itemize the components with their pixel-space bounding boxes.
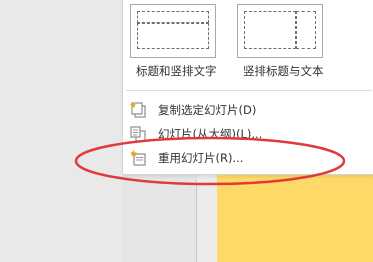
pane-divider	[196, 180, 197, 262]
slide-thumbnail-pane	[0, 0, 122, 262]
slides-from-outline-icon	[130, 126, 146, 142]
vertical-title-placeholder	[296, 11, 316, 49]
current-slide[interactable]	[217, 172, 373, 262]
slides-from-outline-label: 幻灯片(从大纲)(L)...	[158, 127, 263, 141]
slides-from-outline-item[interactable]: 幻灯片(从大纲)(L)...	[123, 122, 373, 146]
text-placeholder	[244, 11, 296, 49]
layout-label-vertical-title-text[interactable]: 竖排标题与文本	[243, 63, 324, 79]
new-slide-dropdown-menu: 标题和竖排文字 竖排标题与文本 复制选定幻灯片(D) 幻灯片(从大纲)(L)..…	[122, 0, 373, 175]
menu-separator	[126, 90, 372, 91]
duplicate-selected-slides-item[interactable]: 复制选定幻灯片(D)	[123, 98, 373, 122]
duplicate-selected-slides-label: 复制选定幻灯片(D)	[158, 103, 257, 117]
layout-thumb-vertical-title-text[interactable]	[237, 4, 323, 58]
reuse-slides-icon	[130, 150, 146, 166]
reuse-slides-label: 重用幻灯片(R)...	[158, 151, 244, 165]
title-placeholder	[137, 11, 209, 23]
vertical-text-placeholder	[137, 23, 209, 49]
reuse-slides-item[interactable]: 重用幻灯片(R)...	[123, 146, 373, 170]
duplicate-slides-icon	[129, 102, 146, 118]
layout-thumb-title-vertical-text[interactable]	[130, 4, 216, 58]
layout-label-title-vertical-text[interactable]: 标题和竖排文字	[136, 63, 217, 79]
